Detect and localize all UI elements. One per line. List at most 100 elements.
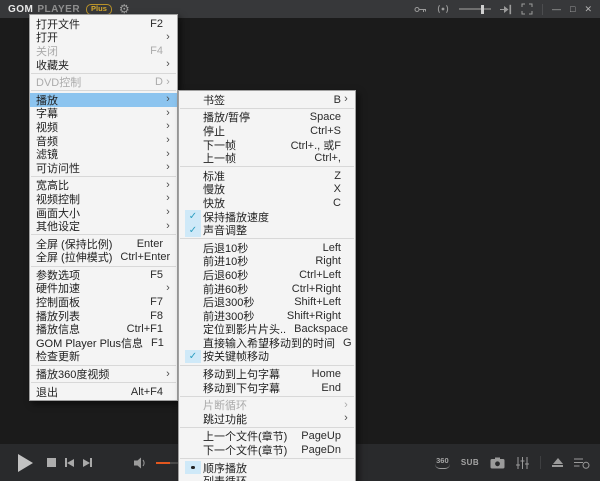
submenu-arrow-icon: › [163, 77, 173, 88]
next-button[interactable] [83, 458, 92, 467]
menu-item-label: 书签 [203, 92, 225, 108]
menu-gutter [185, 183, 201, 197]
play-submenu-item[interactable]: 书签B› [179, 93, 355, 107]
submenu-arrow-icon: › [163, 162, 173, 173]
menu-item-label: 退出 [36, 384, 58, 400]
submenu-arrow-icon: › [163, 59, 173, 70]
menu-gutter [185, 93, 201, 107]
toolbar-divider [540, 456, 541, 469]
check-icon: ✓ [185, 210, 201, 224]
brand-gom: GOM [8, 4, 33, 15]
main-menu-item[interactable]: 检查更新 [30, 350, 177, 364]
play-submenu-item[interactable]: 下一个文件(章节)PageDn [179, 443, 355, 457]
menu-item-label: 播放360度视频 [36, 366, 109, 382]
play-submenu-item[interactable]: 上一帧 Ctrl+, [179, 151, 355, 165]
menu-item-label: 移动到下句字幕 [203, 380, 280, 396]
submenu-arrow-icon: › [163, 221, 173, 232]
play-submenu-item[interactable]: 移动到下句字幕End [179, 381, 355, 395]
key-icon[interactable] [414, 5, 427, 14]
menu-gutter [185, 255, 201, 269]
snapshot-icon[interactable] [490, 457, 505, 469]
main-menu-item[interactable]: 可访问性 › [30, 161, 177, 175]
menu-item-label: 检查更新 [36, 348, 80, 364]
close-button[interactable]: ✕ [584, 4, 592, 14]
menu-item-shortcut: Shift+Right [279, 310, 341, 322]
pin-icon[interactable] [500, 4, 512, 15]
stop-button[interactable] [47, 458, 56, 467]
submenu-arrow-icon: › [341, 413, 351, 424]
main-menu-item[interactable]: 播放360度视频 › [30, 367, 177, 381]
menu-item-shortcut: Shift+Left [286, 296, 341, 308]
menu-item-shortcut: Left [315, 242, 341, 254]
volume-icon[interactable] [134, 457, 148, 469]
transport-controls [10, 454, 186, 472]
vr-arc [435, 464, 450, 469]
subtitle-button[interactable]: SUB [461, 458, 479, 467]
menu-item-shortcut: F4 [142, 45, 163, 57]
main-menu-item[interactable]: 其他设定› [30, 219, 177, 233]
menu-item-shortcut: Right [307, 255, 341, 267]
transparency-slider[interactable] [459, 4, 491, 15]
submenu-arrow-icon: › [163, 193, 173, 204]
toolbar-buttons: 360 SUB [435, 456, 590, 469]
menu-item-shortcut: F5 [142, 269, 163, 281]
vr-360-label: 360 [436, 457, 449, 464]
submenu-arrow-icon: › [163, 135, 173, 146]
fullscreen-icon[interactable] [521, 3, 533, 15]
menu-item-shortcut: Ctrl+S [302, 125, 341, 137]
playlist-icon[interactable] [574, 457, 590, 469]
menu-gutter [185, 474, 201, 481]
slider-track [459, 8, 491, 10]
previous-button[interactable] [65, 458, 74, 467]
main-menu-item[interactable]: 收藏夹› [30, 58, 177, 72]
play-submenu-item[interactable]: ✓按关键帧移动 [179, 350, 355, 364]
menu-gutter [185, 151, 201, 165]
maximize-button[interactable]: □ [570, 4, 575, 14]
menu-item-shortcut: D [147, 76, 163, 88]
menu-item-shortcut: Enter [129, 238, 163, 250]
titlebar-divider [542, 4, 543, 15]
menu-item-shortcut: Ctrl+Right [284, 283, 341, 295]
menu-gutter [185, 241, 201, 255]
plus-badge: Plus [86, 4, 112, 15]
minimize-button[interactable]: — [552, 4, 561, 14]
menu-item-shortcut: Ctrl+F1 [119, 323, 163, 335]
submenu-arrow-icon: › [341, 94, 351, 105]
menu-item-label: 列表循环 [203, 473, 247, 481]
menu-item-shortcut: F8 [142, 310, 163, 322]
menu-item-shortcut: Alt+F4 [123, 386, 163, 398]
equalizer-icon[interactable] [516, 457, 529, 469]
menu-gutter [185, 138, 201, 152]
menu-item-shortcut: Ctrl+., 或F [283, 137, 341, 153]
menu-item-label: 可访问性 [36, 160, 80, 176]
submenu-arrow-icon: › [341, 400, 351, 411]
menu-item-label: 上一帧 [203, 150, 236, 166]
menu-item-shortcut: F7 [142, 296, 163, 308]
gom-player-window: GOM PLAYER Plus ⚙ — □ ✕ [0, 0, 600, 481]
submenu-arrow-icon: › [163, 369, 173, 380]
play-submenu-item[interactable]: 列表循环 [179, 474, 355, 481]
main-menu-item: DVD控制D› [30, 75, 177, 89]
play-submenu-item[interactable]: ✓声音调整 [179, 223, 355, 237]
slider-handle[interactable] [481, 5, 484, 14]
menu-item-shortcut: Ctrl+, [306, 152, 341, 164]
broadcast-icon[interactable] [436, 4, 450, 14]
check-icon: ✓ [185, 223, 201, 237]
menu-item-shortcut: F2 [142, 18, 163, 30]
menu-gutter [185, 169, 201, 183]
eject-button[interactable] [552, 458, 563, 468]
play-submenu-item[interactable]: 跳过功能 › [179, 412, 355, 426]
menu-item-label: 按关键帧移动 [203, 348, 269, 364]
submenu-arrow-icon: › [163, 108, 173, 119]
menu-item-shortcut: C [325, 197, 341, 209]
menu-item-shortcut: PageUp [293, 430, 341, 442]
main-menu-item[interactable]: 全屏 (拉伸模式)Ctrl+Enter [30, 251, 177, 265]
volume-level [156, 462, 170, 464]
menu-gutter [185, 443, 201, 457]
vr-360-button[interactable]: 360 [435, 457, 450, 469]
menu-gutter [185, 196, 201, 210]
menu-item-label: 跳过功能 [203, 411, 247, 427]
play-button[interactable] [18, 454, 33, 472]
main-menu-item[interactable]: 退出 Alt+F4 [30, 385, 177, 399]
menu-item-shortcut: Home [304, 368, 341, 380]
